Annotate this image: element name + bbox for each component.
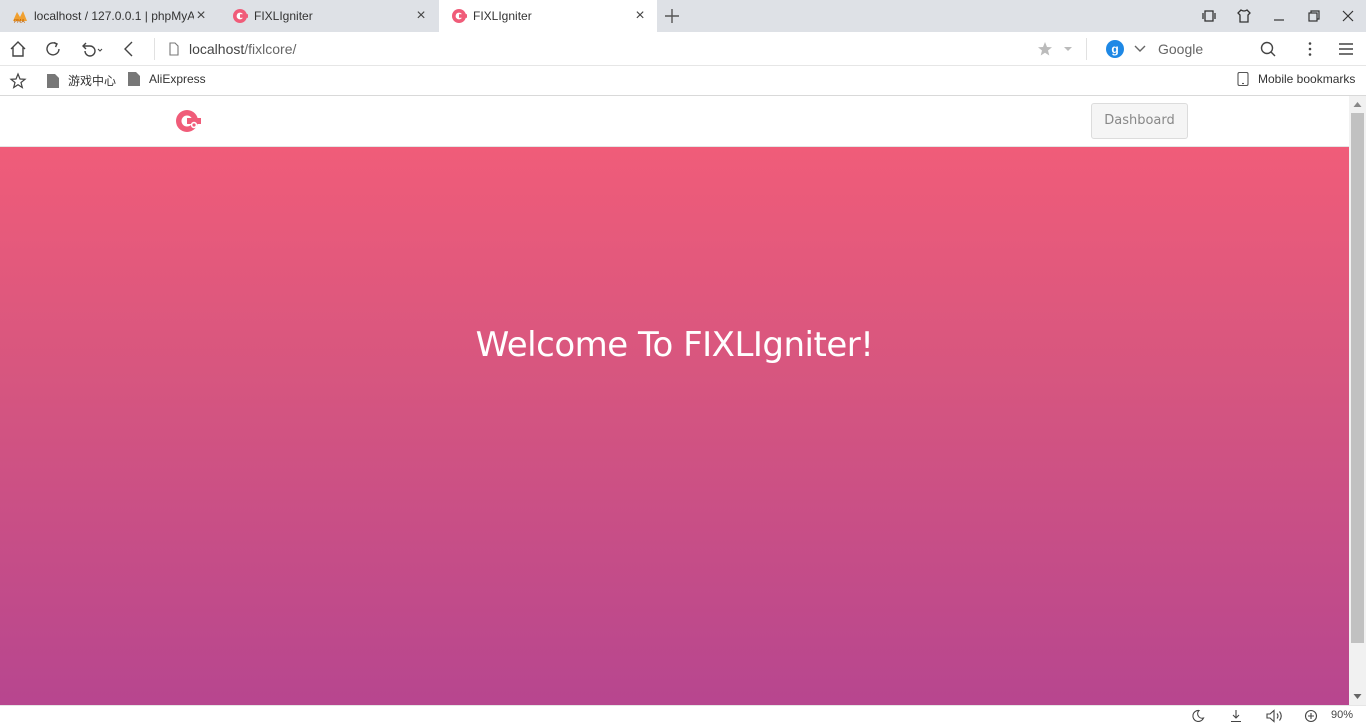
tab-close-icon[interactable]: × xyxy=(414,8,428,24)
bookmark-star-icon[interactable] xyxy=(1036,40,1054,58)
search-engine-icon[interactable]: g xyxy=(1106,40,1124,58)
zoom-in-icon[interactable] xyxy=(1304,709,1318,723)
bookmark-item[interactable]: 游戏中心 xyxy=(47,72,116,89)
minimize-icon[interactable] xyxy=(1271,8,1287,24)
search-icon[interactable] xyxy=(1259,40,1277,58)
address-toolbar: localhost/fixlcore/ g Google xyxy=(0,32,1366,66)
bookmark-dropdown-icon[interactable] xyxy=(1062,40,1074,58)
bookmarks-bar: 游戏中心 AliExpress Mobile bookmarks xyxy=(0,66,1366,96)
sound-icon[interactable] xyxy=(1266,709,1284,723)
bookmark-item[interactable]: AliExpress xyxy=(128,72,206,86)
status-bar: 90% xyxy=(0,705,1366,724)
home-icon[interactable] xyxy=(9,40,27,58)
mobile-bookmarks-label: Mobile bookmarks xyxy=(1258,72,1356,86)
zoom-level[interactable]: 90% xyxy=(1331,709,1353,721)
tab-fixligniter-active[interactable]: FIXLIgniter × xyxy=(439,0,657,32)
dashboard-button[interactable]: Dashboard xyxy=(1091,103,1188,139)
undo-close-tab-icon[interactable] xyxy=(79,40,105,58)
url-host: localhost xyxy=(189,41,245,57)
shirt-skin-icon[interactable] xyxy=(1236,8,1252,24)
fixligniter-icon xyxy=(452,9,467,23)
night-mode-icon[interactable] xyxy=(1191,709,1205,723)
chevron-down-icon[interactable] xyxy=(1133,40,1147,58)
fixligniter-logo-icon[interactable] xyxy=(175,108,201,134)
new-tab-icon[interactable] xyxy=(662,6,682,26)
menu-icon[interactable] xyxy=(1337,40,1355,58)
back-icon[interactable] xyxy=(120,40,138,58)
tab-phpmyadmin[interactable]: PMA localhost / 127.0.0.1 | phpMyA × xyxy=(0,0,218,32)
bookmark-label: 游戏中心 xyxy=(68,74,117,88)
close-window-icon[interactable] xyxy=(1340,8,1356,24)
tab-title: FIXLIgniter xyxy=(473,9,532,23)
more-options-icon[interactable] xyxy=(1302,40,1318,58)
download-icon[interactable] xyxy=(1229,709,1243,723)
star-outline-icon[interactable] xyxy=(9,72,27,90)
page-icon xyxy=(47,73,59,88)
toolbar-divider xyxy=(1086,38,1087,60)
tab-title: FIXLIgniter xyxy=(254,9,313,23)
scroll-down-icon[interactable] xyxy=(1353,692,1362,701)
vertical-scrollbar[interactable] xyxy=(1349,96,1366,705)
tab-title: localhost / 127.0.0.1 | phpMyA xyxy=(34,9,194,23)
url-field[interactable]: localhost/fixlcore/ xyxy=(189,41,296,57)
tab-close-icon[interactable]: × xyxy=(633,8,647,24)
bookmark-label: AliExpress xyxy=(149,72,206,86)
page-viewport: Dashboard Welcome To FIXLIgniter! xyxy=(0,96,1349,705)
restore-icon[interactable] xyxy=(1306,8,1322,24)
url-path: /fixlcore/ xyxy=(244,41,297,57)
site-navbar: Dashboard xyxy=(0,96,1349,147)
page-info-icon[interactable] xyxy=(168,40,180,58)
scroll-up-icon[interactable] xyxy=(1353,100,1362,109)
scrollbar-thumb[interactable] xyxy=(1351,113,1364,643)
reload-icon[interactable] xyxy=(44,40,62,58)
tab-strip: PMA localhost / 127.0.0.1 | phpMyA × FIX… xyxy=(0,0,1366,32)
page-icon xyxy=(128,72,140,86)
svg-text:PMA: PMA xyxy=(14,19,25,24)
sidebar-toggle-icon[interactable] xyxy=(1201,8,1217,24)
hero-banner: Welcome To FIXLIgniter! xyxy=(0,147,1349,705)
fixligniter-icon xyxy=(233,9,248,23)
tab-close-icon[interactable]: × xyxy=(194,8,208,24)
phpmyadmin-icon: PMA xyxy=(13,11,27,24)
mobile-phone-icon xyxy=(1237,72,1249,86)
hero-heading: Welcome To FIXLIgniter! xyxy=(475,325,874,365)
toolbar-divider xyxy=(154,38,155,60)
search-input[interactable]: Google xyxy=(1158,41,1203,57)
mobile-bookmarks[interactable]: Mobile bookmarks xyxy=(1237,72,1355,86)
tab-fixligniter-1[interactable]: FIXLIgniter × xyxy=(220,0,438,32)
